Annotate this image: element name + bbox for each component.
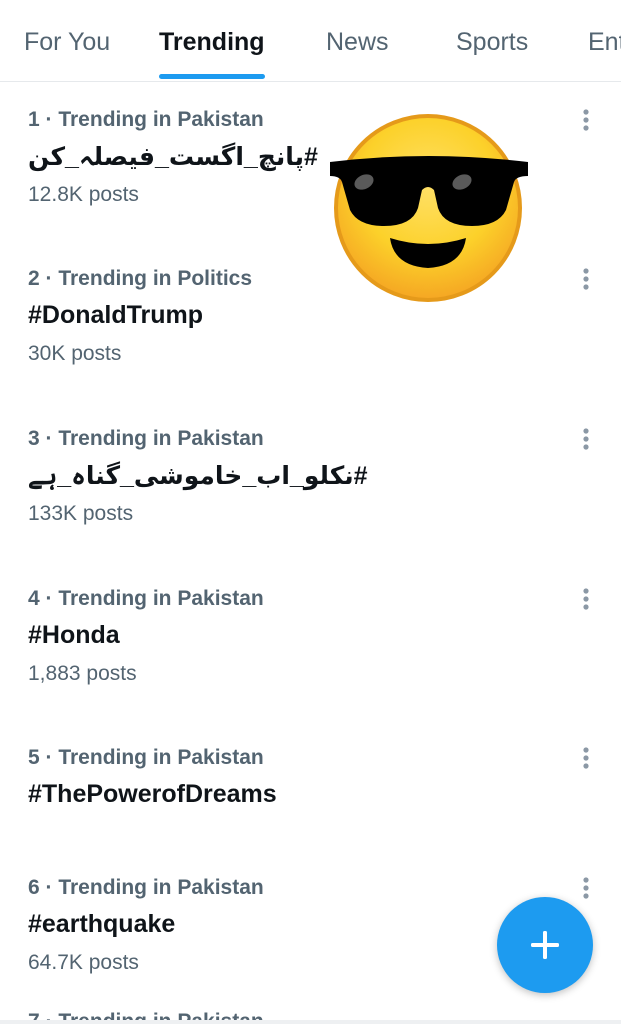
trend-context: 5 · Trending in Pakistan (28, 746, 264, 769)
explore-tab-bar: For You Trending News Sports Ent (0, 0, 621, 82)
more-vertical-icon[interactable] (572, 108, 600, 136)
trend-item[interactable]: 4 · Trending in Pakistan #Honda 1,883 po… (0, 587, 621, 737)
sunglasses-emoji-icon (326, 110, 532, 302)
compose-button[interactable] (497, 897, 593, 993)
trend-context: 1 · Trending in Pakistan (28, 108, 264, 131)
trend-item[interactable]: 3 · Trending in Pakistan #نکلو_اب_خاموشی… (0, 427, 621, 577)
trend-post-count: 1,883 posts (28, 662, 137, 685)
tab-trending[interactable]: Trending (159, 0, 265, 81)
trend-post-count: 133K posts (28, 502, 134, 525)
trend-name: #Honda (28, 621, 120, 649)
tab-news[interactable]: News (326, 0, 389, 81)
active-tab-indicator (159, 74, 265, 79)
trend-item[interactable]: 5 · Trending in Pakistan #ThePowerofDrea… (0, 746, 621, 866)
more-vertical-icon[interactable] (572, 746, 600, 774)
more-vertical-icon[interactable] (572, 427, 600, 455)
trend-context: 2 · Trending in Politics (28, 267, 253, 290)
tab-trending-label: Trending (159, 28, 265, 56)
plus-icon (531, 931, 559, 959)
trend-name: #پانچ_اگست_فیصلہ_کن (28, 143, 318, 171)
tab-entertainment[interactable]: Ent (588, 0, 621, 81)
trend-post-count: 12.8K posts (28, 183, 139, 206)
trend-name: #نکلو_اب_خاموشی_گناہ_ہے (28, 462, 368, 490)
trend-name: #earthquake (28, 910, 176, 938)
tab-sports[interactable]: Sports (456, 0, 528, 81)
more-vertical-icon[interactable] (572, 876, 600, 904)
trend-post-count: 64.7K posts (28, 951, 139, 974)
bottom-divider (0, 1020, 621, 1024)
trend-context: 4 · Trending in Pakistan (28, 587, 264, 610)
tab-for-you[interactable]: For You (24, 0, 110, 81)
trend-context: 3 · Trending in Pakistan (28, 427, 264, 450)
trend-name: #DonaldTrump (28, 301, 204, 329)
trend-post-count: 30K posts (28, 342, 122, 365)
trend-context: 6 · Trending in Pakistan (28, 876, 264, 899)
more-vertical-icon[interactable] (572, 587, 600, 615)
trend-name: #ThePowerofDreams (28, 780, 277, 808)
more-vertical-icon[interactable] (572, 267, 600, 295)
